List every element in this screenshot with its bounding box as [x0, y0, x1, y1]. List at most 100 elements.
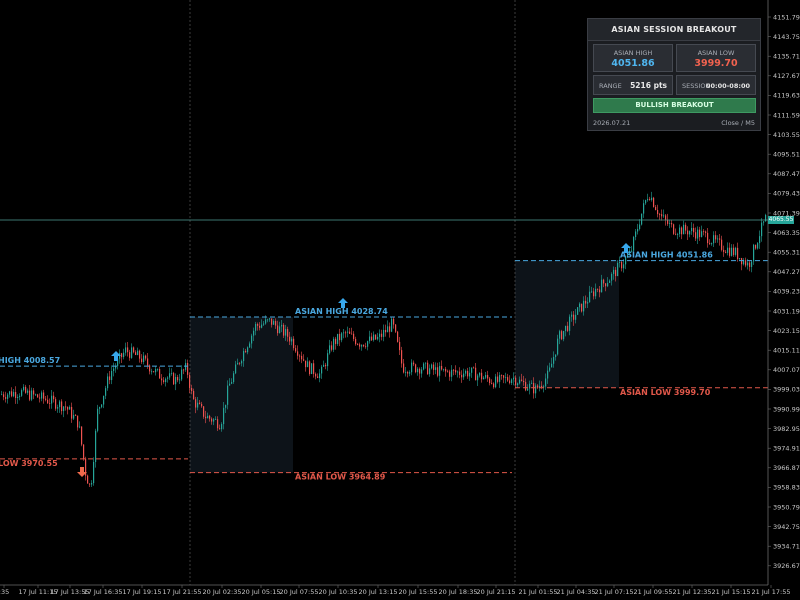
candle-body [595, 288, 597, 297]
candle-body [713, 235, 715, 244]
candle [91, 480, 93, 488]
candle [111, 365, 113, 385]
candle-body [327, 353, 329, 367]
candle [325, 362, 327, 370]
candle [15, 386, 17, 404]
time-tick-label: 17 Jul 19:15 [123, 588, 162, 596]
candle [141, 354, 143, 364]
candle-body [437, 367, 439, 376]
candle [127, 342, 129, 357]
candle-body [337, 333, 339, 344]
candle-body [523, 380, 525, 383]
candle-body [7, 394, 9, 399]
candle [393, 317, 395, 329]
candle-body [379, 333, 381, 337]
candle-body [515, 377, 517, 386]
asian-low-label: ASIAN LOW [697, 49, 735, 57]
candle [635, 229, 637, 241]
candle-body [759, 236, 761, 244]
candle [349, 328, 351, 334]
candle-body [447, 371, 449, 373]
candle [109, 370, 111, 385]
candle-body [371, 336, 373, 341]
candle-body [129, 352, 131, 358]
candle-body [195, 399, 197, 408]
candle-body [753, 244, 755, 262]
candle [77, 415, 79, 431]
candle [181, 365, 183, 382]
candle [475, 362, 477, 381]
session-boxes [190, 260, 619, 473]
candle [89, 483, 91, 487]
candle [725, 250, 727, 254]
candle-body [197, 402, 199, 408]
price-tick-label: 4063.35 [773, 229, 800, 237]
candle [675, 228, 677, 236]
candle-body [375, 334, 377, 340]
candle [657, 204, 659, 218]
candle [683, 220, 685, 235]
candle [763, 221, 765, 226]
candle-body [567, 325, 569, 331]
candle [301, 351, 303, 364]
candle-body [619, 262, 621, 263]
candle-body [347, 331, 349, 333]
candle-body [169, 373, 171, 378]
candle-body [741, 258, 743, 265]
candle [155, 366, 157, 376]
candle [507, 373, 509, 382]
candle [355, 336, 357, 346]
candle-body [299, 355, 301, 357]
candle-body [369, 336, 371, 342]
candle-body [277, 325, 279, 334]
time-tick-label: 21 Jul 09:55 [634, 588, 673, 596]
range-value: 5216 pts [630, 81, 667, 90]
candle-body [1, 394, 3, 396]
candle-body [693, 227, 695, 233]
candle-body [643, 203, 645, 214]
candle-body [485, 375, 487, 378]
candle-body [613, 269, 615, 274]
session-value: 00:00-08:00 [705, 82, 750, 90]
candle-body [293, 338, 295, 349]
candle [135, 350, 137, 356]
candle [165, 377, 167, 387]
candle-body [547, 370, 549, 379]
candle-body [711, 243, 713, 245]
candle [459, 367, 461, 379]
candle-body [177, 376, 179, 381]
candle-body [125, 347, 127, 353]
candle-body [311, 363, 313, 375]
candle-body [487, 375, 489, 379]
candle-body [373, 334, 375, 341]
candle [713, 231, 715, 247]
candle-body [403, 363, 405, 373]
candle-body [725, 251, 727, 253]
candle [59, 399, 61, 413]
candle [737, 242, 739, 262]
candle-body [231, 382, 233, 384]
asian-high-label: ASIAN HIGH [613, 49, 653, 57]
candle-body [355, 338, 357, 345]
candle-body [505, 377, 507, 378]
candle-body [263, 323, 265, 325]
candle-body [391, 318, 393, 332]
candle [381, 329, 383, 341]
candle [397, 330, 399, 343]
price-tick-label: 3942.75 [773, 523, 800, 531]
candle-body [653, 197, 655, 207]
candle-body [439, 365, 441, 376]
candle-body [63, 406, 65, 412]
candle-body [105, 388, 107, 396]
candle-body [207, 415, 209, 419]
price-tick-label: 4015.11 [773, 347, 800, 355]
candle-body [755, 244, 757, 249]
candle-body [323, 364, 325, 367]
candle-body [173, 373, 175, 385]
candle-body [67, 407, 69, 410]
candle-body [687, 230, 689, 235]
candle [21, 388, 23, 397]
candle-body [81, 426, 83, 445]
candle [451, 365, 453, 382]
candle [645, 199, 647, 205]
